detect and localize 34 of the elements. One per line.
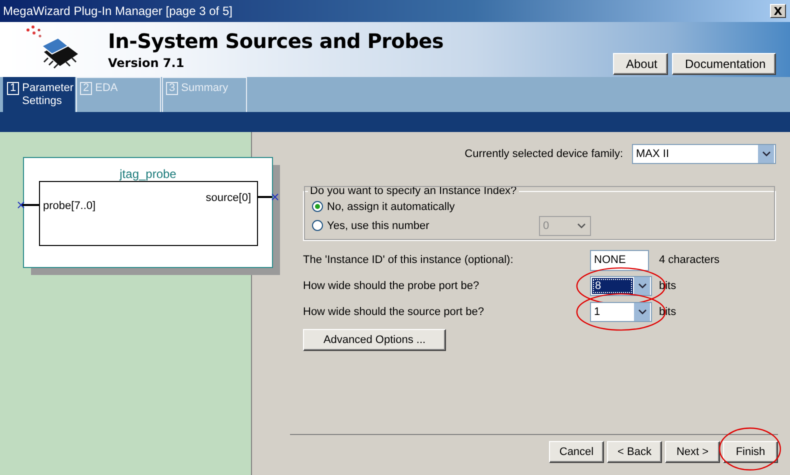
field-label: How wide should the probe port be? — [303, 280, 480, 292]
device-family-dropdown[interactable]: MAX II — [632, 144, 776, 164]
about-button[interactable]: About — [613, 53, 668, 75]
advanced-options-button[interactable]: Advanced Options ... — [303, 329, 446, 351]
page-title: In-System Sources and Probes — [108, 29, 444, 53]
documentation-button[interactable]: Documentation — [672, 53, 776, 75]
chevron-down-icon — [576, 222, 586, 228]
unit-label: 4 characters — [659, 254, 720, 266]
radio-button[interactable] — [312, 220, 323, 231]
chevron-down-icon — [638, 283, 646, 289]
finish-button[interactable]: Finish — [723, 441, 778, 463]
back-button[interactable]: < Back — [607, 441, 662, 463]
instance-id-field[interactable]: NONE — [590, 250, 649, 270]
width-dropdown[interactable]: 8 — [590, 276, 652, 296]
close-button[interactable]: X — [770, 4, 786, 18]
module-name: jtag_probe — [120, 167, 176, 181]
version-label: Version 7.1 — [108, 56, 186, 70]
cancel-button[interactable]: Cancel — [549, 441, 604, 463]
next-button[interactable]: Next > — [665, 441, 720, 463]
wizard-tab[interactable]: 1 Parameter Settings — [3, 77, 75, 112]
field-label: The 'Instance ID' of this instance (optional): — [303, 254, 514, 266]
input-pin — [18, 202, 39, 208]
width-dropdown[interactable]: 1 — [590, 302, 652, 322]
radio-button[interactable] — [312, 201, 323, 212]
port-label: probe[7..0] — [43, 200, 96, 212]
radio-label[interactable]: Yes, use this number — [327, 220, 430, 232]
window-title: MegaWizard Plug-In Manager [page 3 of 5] — [3, 4, 232, 18]
field-label: Currently selected device family: — [464, 148, 623, 160]
radio-label[interactable]: No, assign it automatically — [327, 200, 455, 212]
field-label: How wide should the source port be? — [303, 306, 485, 318]
output-pin — [257, 194, 278, 200]
chevron-down-icon — [638, 309, 646, 315]
chevron-down-icon — [762, 151, 770, 157]
port-label: source[0] — [206, 192, 251, 204]
